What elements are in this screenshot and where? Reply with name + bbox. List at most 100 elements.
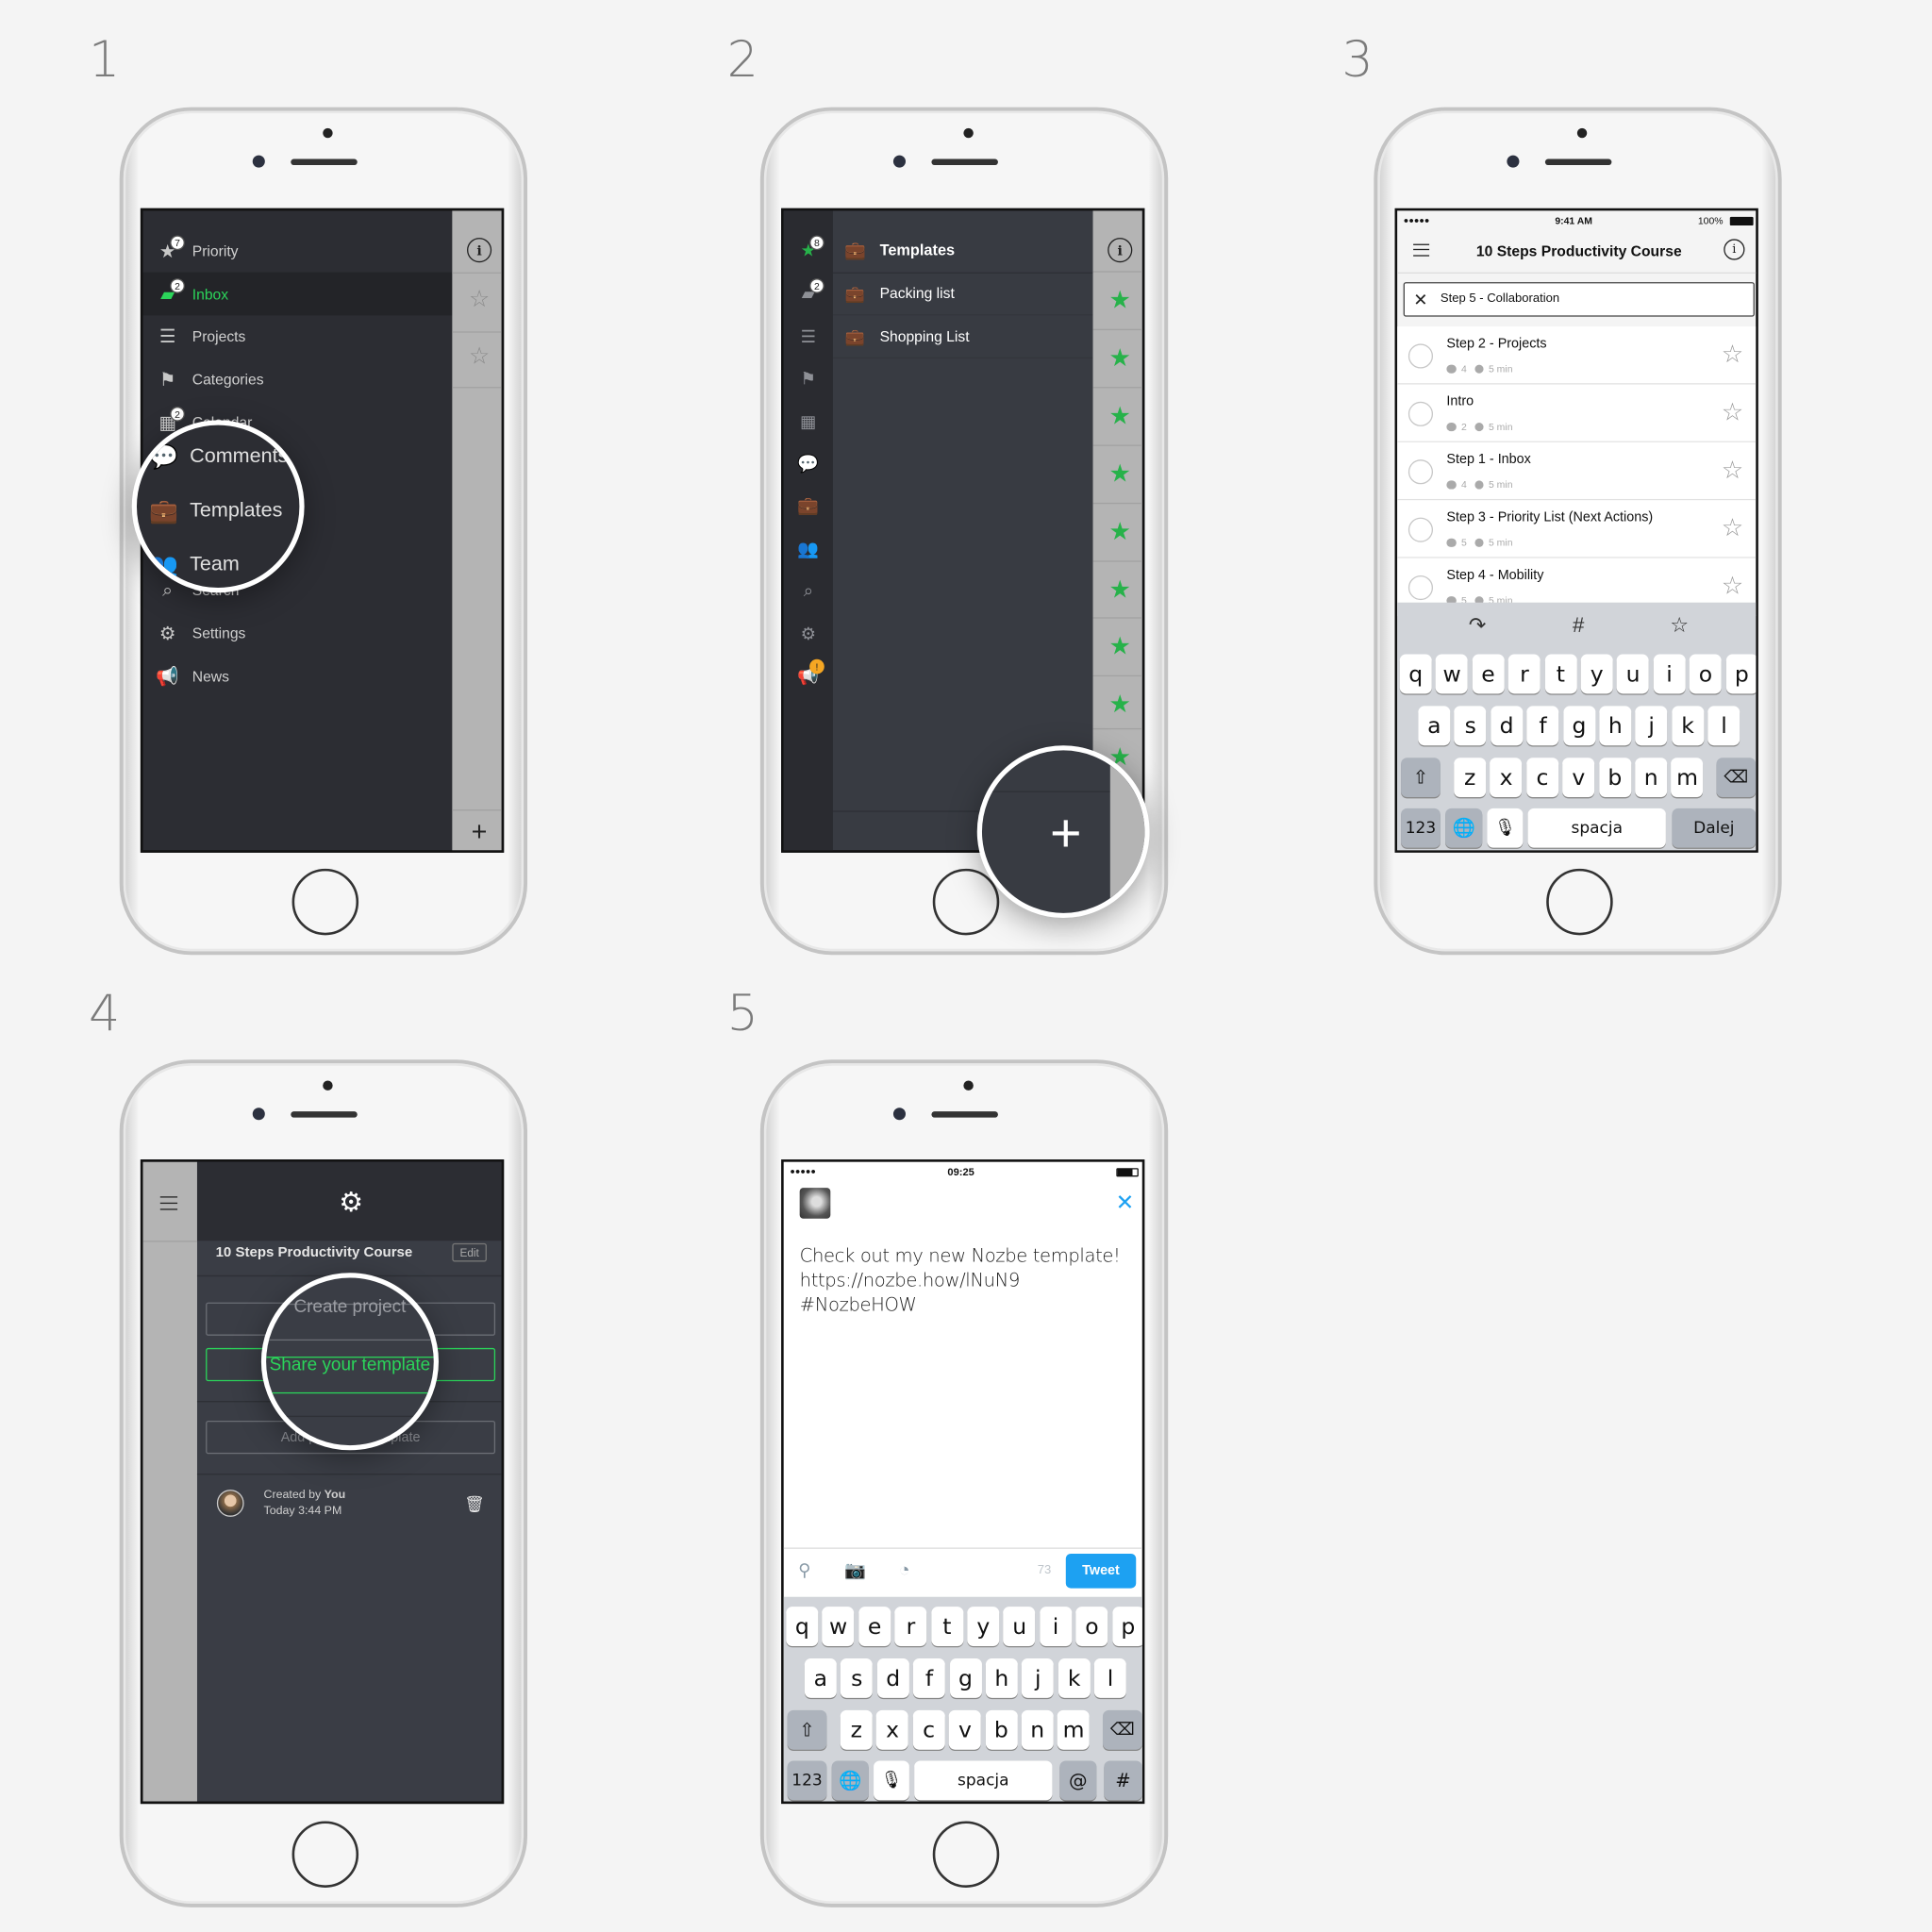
key-q[interactable]: q (786, 1607, 819, 1646)
complete-checkbox[interactable] (1407, 459, 1434, 485)
team-icon[interactable]: 👥 (796, 537, 821, 559)
home-button[interactable] (1546, 868, 1613, 936)
star-outline-icon[interactable]: ☆ (1720, 516, 1744, 541)
key-a[interactable]: a (804, 1658, 837, 1698)
shift-key[interactable]: ⇧ (787, 1709, 827, 1750)
info-icon[interactable]: i (1108, 238, 1133, 263)
numbers-key[interactable]: 123 (1401, 808, 1441, 848)
priority-star-icon[interactable]: ★ (1109, 404, 1131, 428)
key-z[interactable]: z (1454, 758, 1487, 798)
backspace-key[interactable]: ⌫ (1716, 758, 1757, 798)
key-d[interactable]: d (876, 1658, 909, 1698)
next-key[interactable]: Dalej (1672, 808, 1757, 848)
microphone-key[interactable]: 🎙 (874, 1760, 909, 1801)
key-t[interactable]: t (930, 1607, 963, 1646)
key-v[interactable]: v (948, 1709, 981, 1750)
key-f[interactable]: f (913, 1658, 946, 1698)
task-row[interactable]: Intro 2 5 min ☆ (1397, 384, 1757, 442)
numbers-key[interactable]: 123 (787, 1760, 827, 1801)
priority-star-icon[interactable]: ★ (1109, 635, 1131, 659)
info-icon[interactable]: i (467, 238, 492, 263)
key-q[interactable]: q (1399, 654, 1432, 694)
priority-star-icon[interactable]: ★ (1109, 346, 1131, 371)
menu-item-inbox[interactable]: Inbox (192, 287, 228, 302)
microphone-key[interactable]: 🎙 (1487, 808, 1524, 848)
location-icon[interactable]: ⚲ (796, 1560, 813, 1580)
priority-star-icon[interactable]: ★ (1109, 692, 1131, 717)
tweet-textarea[interactable]: Check out my new Nozbe template! https://… (800, 1243, 1133, 1317)
complete-checkbox[interactable] (1407, 401, 1434, 426)
plus-icon[interactable]: + (467, 818, 491, 845)
tweet-button[interactable]: Tweet (1065, 1554, 1137, 1589)
star-outline-icon[interactable]: ☆ (1720, 400, 1744, 425)
key-c[interactable]: c (912, 1709, 945, 1750)
key-i[interactable]: i (1040, 1607, 1073, 1646)
menu-item-priority[interactable]: Priority (192, 244, 239, 259)
star-outline-icon[interactable]: ☆ (1720, 342, 1744, 367)
key-x[interactable]: x (876, 1709, 909, 1750)
flag-icon[interactable]: ⚑ (796, 367, 821, 390)
key-g[interactable]: g (1562, 706, 1595, 746)
key-f[interactable]: f (1526, 706, 1559, 746)
key-m[interactable]: m (1671, 758, 1704, 798)
key-y[interactable]: y (1580, 654, 1613, 694)
menu-item-projects[interactable]: Projects (192, 329, 246, 344)
key-b[interactable]: b (1598, 758, 1631, 798)
key-o[interactable]: o (1689, 654, 1722, 694)
task-row[interactable]: Step 1 - Inbox 4 5 min ☆ (1397, 441, 1757, 501)
key-w[interactable]: w (1436, 654, 1469, 694)
complete-checkbox[interactable] (1407, 343, 1434, 369)
calendar-icon[interactable]: ▦ (796, 410, 821, 433)
key-u[interactable]: u (1003, 1607, 1036, 1646)
menu-item-settings[interactable]: Settings (192, 626, 246, 641)
star-outline-icon[interactable]: ☆ (467, 343, 491, 368)
key-s[interactable]: s (841, 1658, 874, 1698)
redo-icon[interactable]: ↷ (1465, 612, 1490, 637)
close-icon[interactable]: ✕ (1412, 290, 1429, 309)
poll-icon[interactable]: ◔ (894, 1560, 914, 1580)
key-x[interactable]: x (1490, 758, 1523, 798)
complete-checkbox[interactable] (1407, 575, 1434, 601)
key-j[interactable]: j (1635, 706, 1668, 746)
key-k[interactable]: k (1672, 706, 1705, 746)
key-n[interactable]: n (1021, 1709, 1054, 1750)
search-icon[interactable]: ⌕ (796, 579, 821, 602)
key-k[interactable]: k (1058, 1658, 1091, 1698)
gear-icon[interactable]: ⚙ (796, 623, 821, 645)
key-v[interactable]: v (1562, 758, 1595, 798)
priority-star-icon[interactable]: ★ (1109, 578, 1131, 603)
task-row[interactable]: Step 2 - Projects 4 5 min ☆ (1397, 326, 1757, 385)
key-w[interactable]: w (822, 1607, 855, 1646)
key-g[interactable]: g (949, 1658, 982, 1698)
key-p[interactable]: p (1111, 1607, 1142, 1646)
key-a[interactable]: a (1418, 706, 1451, 746)
star-outline-icon[interactable]: ☆ (1720, 575, 1744, 599)
key-r[interactable]: r (1507, 654, 1541, 694)
key-u[interactable]: u (1617, 654, 1650, 694)
priority-star-icon[interactable]: ★ (1109, 520, 1131, 544)
key-b[interactable]: b (985, 1709, 1018, 1750)
key-y[interactable]: y (967, 1607, 1000, 1646)
key-r[interactable]: r (894, 1607, 927, 1646)
comments-icon[interactable]: 💬 (796, 452, 821, 475)
key-l[interactable]: l (1707, 706, 1740, 746)
star-outline-icon[interactable]: ☆ (467, 287, 491, 311)
key-e[interactable]: e (1472, 654, 1505, 694)
menu-item-templates[interactable]: Templates (190, 500, 282, 521)
home-button[interactable] (291, 868, 359, 936)
priority-star-icon[interactable]: ★ (1109, 462, 1131, 487)
home-button[interactable] (291, 1821, 359, 1888)
hamburger-icon[interactable] (159, 1196, 178, 1210)
task-row[interactable]: Step 3 - Priority List (Next Actions) 5 5… (1397, 500, 1757, 558)
key-e[interactable]: e (858, 1607, 891, 1646)
space-key[interactable]: spacja (914, 1760, 1053, 1801)
template-item[interactable]: Packing list (880, 286, 955, 301)
hashtag-icon[interactable]: # (1566, 612, 1591, 637)
projects-icon[interactable]: ☰ (796, 325, 821, 348)
menu-item-comments[interactable]: Comments (190, 446, 288, 467)
key-d[interactable]: d (1491, 706, 1524, 746)
star-outline-icon[interactable]: ☆ (1667, 612, 1691, 637)
globe-key[interactable]: 🌐 (1445, 808, 1483, 848)
space-key[interactable]: spacja (1527, 808, 1666, 848)
edit-button[interactable]: Edit (452, 1242, 487, 1262)
